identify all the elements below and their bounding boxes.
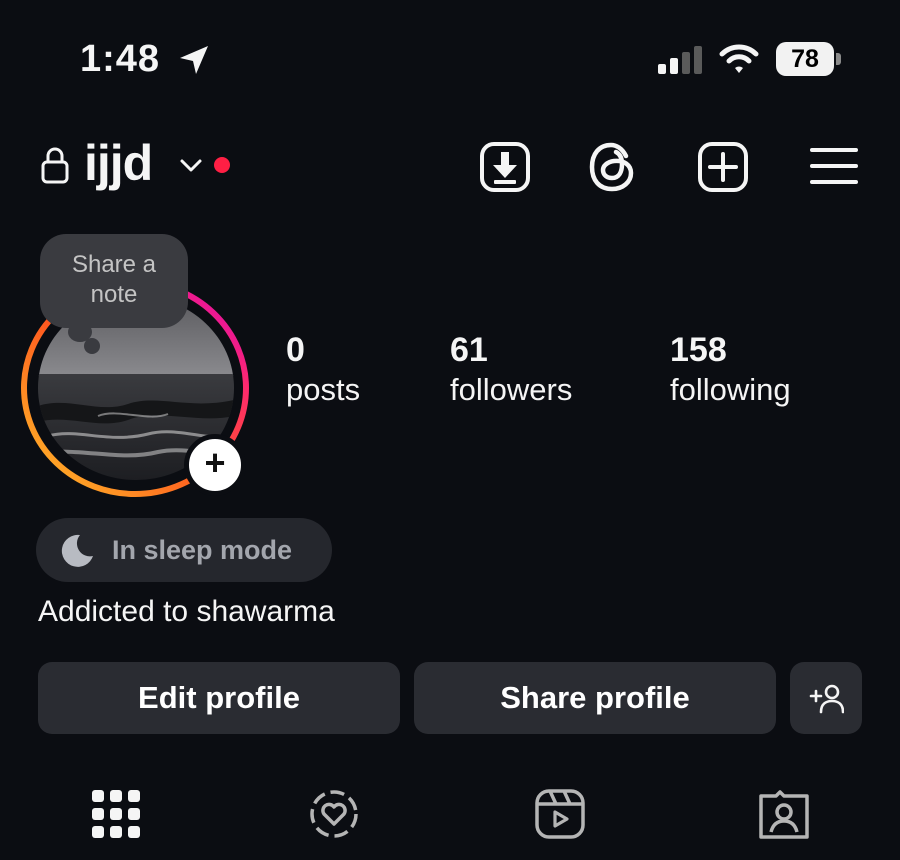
note-bubble-tail-small	[84, 338, 100, 354]
status-pill[interactable]: In sleep mode	[36, 518, 332, 582]
stat-followers-label: followers	[450, 372, 573, 407]
share-profile-button[interactable]: Share profile	[414, 662, 776, 734]
cellular-signal-icon	[658, 46, 702, 74]
reels-icon[interactable]	[534, 788, 586, 840]
stat-posts-count: 0	[286, 331, 305, 369]
stat-following-label: following	[670, 372, 791, 407]
wifi-icon	[719, 44, 759, 73]
chevron-down-icon[interactable]	[178, 156, 204, 176]
menu-icon[interactable]	[808, 144, 860, 188]
battery-indicator: 78	[776, 42, 842, 78]
tagged-icon[interactable]	[758, 788, 810, 840]
lock-icon	[41, 147, 69, 184]
stat-posts[interactable]: 0 posts	[286, 330, 360, 410]
reposts-icon[interactable]	[308, 788, 360, 840]
stat-following-count: 158	[670, 331, 727, 369]
share-note-bubble[interactable]: Share a note	[40, 234, 188, 328]
note-text-line2: note	[90, 281, 138, 308]
profile-bio: Addicted to shawarma	[38, 595, 335, 628]
stat-posts-label: posts	[286, 372, 361, 407]
stat-followers-count: 61	[450, 331, 488, 369]
status-time: 1:48	[80, 38, 161, 80]
stat-following[interactable]: 158 following	[670, 330, 791, 410]
profile-username[interactable]: ijjd	[84, 134, 153, 192]
download-icon[interactable]	[478, 140, 532, 194]
location-arrow-icon	[180, 46, 208, 74]
create-plus-icon[interactable]	[696, 140, 750, 194]
grid-icon[interactable]	[90, 788, 142, 840]
stat-followers[interactable]: 61 followers	[450, 330, 572, 410]
status-label: In sleep mode	[112, 535, 293, 565]
edit-profile-button[interactable]: Edit profile	[38, 662, 400, 734]
threads-icon[interactable]	[586, 140, 640, 194]
add-story-button[interactable]: +	[184, 434, 246, 496]
note-text-line1: Share a	[71, 251, 157, 278]
battery-level: 78	[791, 45, 819, 73]
notification-dot	[214, 157, 230, 173]
discover-people-button[interactable]	[790, 662, 862, 734]
add-person-icon	[809, 684, 844, 714]
moon-icon	[61, 534, 93, 567]
